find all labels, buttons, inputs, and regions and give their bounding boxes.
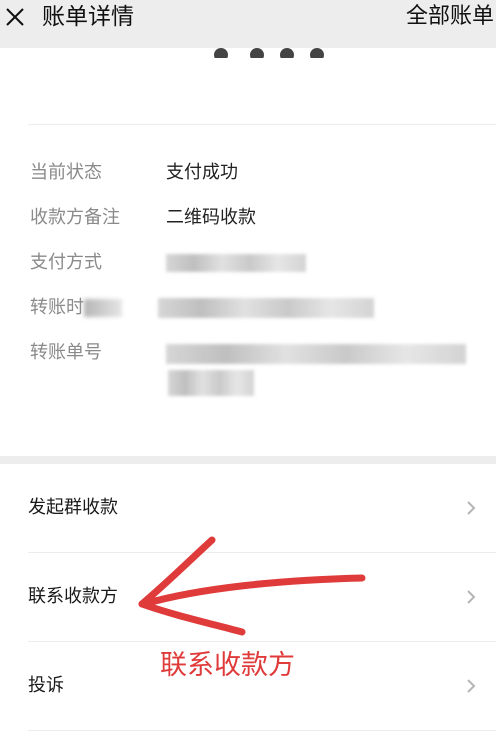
detail-row-transfer-time: 转账时: [0, 293, 496, 323]
bill-detail-card: 当前状态 支付成功 收款方备注 二维码收款 支付方式 转账时 转账单号: [0, 48, 496, 456]
annotation-text: 联系收款方: [160, 650, 295, 681]
detail-label: 收款方备注: [30, 207, 120, 228]
blurred-label-tail: [84, 299, 122, 317]
detail-label: 支付方式: [30, 252, 102, 273]
list-divider: [28, 730, 496, 731]
detail-row-payment-method: 支付方式: [0, 248, 496, 278]
card-divider: [28, 124, 496, 125]
action-label: 投诉: [28, 675, 64, 696]
detail-value: 支付成功: [166, 162, 238, 183]
chevron-right-icon: [467, 501, 476, 515]
blurred-value: [158, 298, 374, 318]
detail-label: 转账时: [30, 297, 84, 318]
detail-row-transfer-number: 转账单号: [0, 338, 496, 402]
amount-partial: [210, 28, 330, 58]
contact-payee-item[interactable]: 联系收款方: [0, 553, 496, 641]
all-bills-link[interactable]: 全部账单: [406, 3, 494, 31]
close-button[interactable]: [0, 0, 30, 34]
chevron-right-icon: [467, 590, 476, 604]
start-group-collection-item[interactable]: 发起群收款: [0, 464, 496, 552]
blurred-value: [168, 370, 254, 396]
blurred-value: [166, 254, 306, 272]
blurred-value: [166, 344, 466, 364]
page-title: 账单详情: [42, 4, 134, 30]
detail-row-status: 当前状态 支付成功: [0, 158, 496, 188]
detail-label: 转账单号: [30, 342, 102, 363]
close-x-icon: [6, 8, 24, 26]
detail-label: 当前状态: [30, 162, 102, 183]
action-label: 联系收款方: [28, 586, 118, 607]
action-label: 发起群收款: [28, 497, 118, 518]
detail-row-payee-note: 收款方备注 二维码收款: [0, 203, 496, 233]
detail-value: 二维码收款: [166, 207, 256, 228]
chevron-right-icon: [467, 679, 476, 693]
action-list: 发起群收款 联系收款方 投诉: [0, 464, 496, 754]
